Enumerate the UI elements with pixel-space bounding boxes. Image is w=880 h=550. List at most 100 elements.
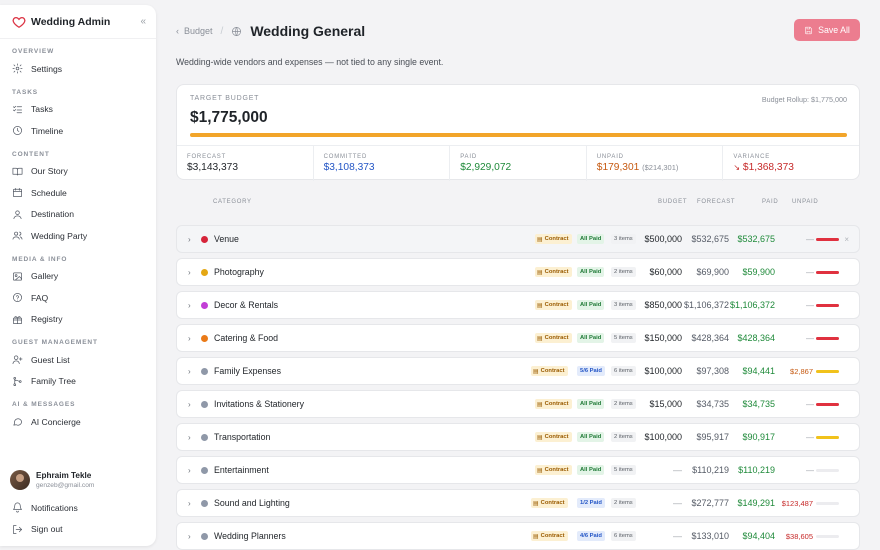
chevron-right-icon[interactable]: › bbox=[188, 532, 191, 541]
brand: Wedding Admin « bbox=[0, 5, 156, 39]
chevron-right-icon[interactable]: › bbox=[188, 334, 191, 343]
paid-status-badge: All Paid bbox=[577, 234, 605, 244]
calendar-icon bbox=[13, 188, 22, 198]
category-row[interactable]: › Catering & Food ▤ Contract All Paid 5 items… bbox=[176, 324, 860, 352]
unpaid-progress-fill bbox=[816, 303, 839, 307]
sidebar-item-tasks[interactable]: Tasks bbox=[0, 99, 156, 121]
contract-badge: ▤ Contract bbox=[535, 399, 572, 409]
chevron-right-icon[interactable]: › bbox=[188, 433, 191, 442]
chevron-right-icon[interactable]: › bbox=[188, 499, 191, 508]
category-row[interactable]: › Transportation ▤ Contract All Paid 2 items $… bbox=[176, 423, 860, 451]
close-icon[interactable]: × bbox=[844, 235, 849, 244]
sidebar-item-label: Family Tree bbox=[31, 376, 76, 387]
map-pin-icon bbox=[13, 210, 22, 219]
contract-badge: ▤ Contract bbox=[531, 498, 568, 508]
category-row[interactable]: › Sound and Lighting ▤ Contract 1/2 Paid 2 it… bbox=[176, 489, 860, 517]
sidebar-item-wedding-party[interactable]: Wedding Party bbox=[0, 225, 156, 247]
contract-badge-label: Contract bbox=[540, 533, 565, 539]
paid-status-badge: All Paid bbox=[577, 399, 605, 409]
category-row[interactable]: › Photography ▤ Contract All Paid 2 items $60,… bbox=[176, 258, 860, 286]
contract-badge-label: Contract bbox=[544, 401, 569, 407]
category-row[interactable]: › Family Expenses ▤ Contract 5/6 Paid 6 items… bbox=[176, 357, 860, 385]
user-name: Ephraim Tekle bbox=[36, 471, 92, 480]
app-title: Wedding Admin bbox=[31, 15, 111, 28]
chevron-right-icon[interactable]: › bbox=[188, 235, 191, 244]
save-all-button[interactable]: Save All bbox=[794, 19, 860, 41]
unpaid-progress-bar bbox=[816, 468, 839, 472]
sidebar-item-ai-concierge[interactable]: AI Concierge bbox=[0, 411, 156, 433]
row-paid: $110,219 bbox=[738, 465, 775, 475]
paid-status-badge: 1/2 Paid bbox=[577, 498, 605, 508]
chevron-right-icon[interactable]: › bbox=[188, 301, 191, 310]
contract-badge: ▤ Contract bbox=[535, 465, 572, 475]
row-budget: — bbox=[673, 531, 682, 541]
category-row[interactable]: › Entertainment ▤ Contract All Paid 5 items — $… bbox=[176, 456, 860, 484]
category-name: Catering & Food bbox=[214, 333, 279, 343]
sidebar-item-family-tree[interactable]: Family Tree bbox=[0, 371, 156, 393]
stat-variance-value: $1,368,373 bbox=[742, 162, 794, 173]
chevron-right-icon[interactable]: › bbox=[188, 400, 191, 409]
sidebar-item-registry[interactable]: Registry bbox=[0, 309, 156, 331]
sidebar-item-gallery[interactable]: Gallery bbox=[0, 266, 156, 288]
budget-rollup: Budget Rollup: $1,775,000 bbox=[761, 95, 847, 104]
stat-paid: Paid $2,929,072 bbox=[450, 146, 587, 181]
category-color-dot bbox=[201, 367, 208, 375]
sidebar-item-label: AI Concierge bbox=[31, 416, 81, 427]
category-name: Invitations & Stationery bbox=[214, 399, 304, 409]
clock-icon bbox=[13, 126, 22, 136]
paid-status-badge: All Paid bbox=[577, 300, 605, 310]
contract-badge: ▤ Contract bbox=[531, 366, 568, 376]
unpaid-progress-fill bbox=[816, 435, 839, 439]
user-profile[interactable]: Ephraim Tekle genzeb@gmail.com bbox=[0, 467, 156, 493]
row-paid: $1,106,372 bbox=[729, 300, 775, 310]
category-row[interactable]: › Decor & Rentals ▤ Contract All Paid 3 items… bbox=[176, 291, 860, 319]
items-count-badge: 2 items bbox=[611, 432, 636, 442]
notifications-link[interactable]: Notifications bbox=[0, 497, 156, 519]
stat-unpaid-value-row: $179,301 ($214,301) bbox=[597, 162, 713, 173]
items-count-badge: 2 items bbox=[611, 267, 636, 277]
sidebar-item-destination[interactable]: Destination bbox=[0, 204, 156, 226]
paid-status-badge: All Paid bbox=[577, 333, 605, 343]
row-unpaid: — bbox=[806, 432, 814, 442]
category-name: Venue bbox=[214, 234, 239, 244]
stat-committed: Committed $3,108,373 bbox=[314, 146, 451, 181]
paid-status-badge: All Paid bbox=[577, 465, 605, 475]
sidebar-item-our-story[interactable]: Our Story bbox=[0, 161, 156, 183]
back-to-budget-link[interactable]: ‹ Budget bbox=[176, 26, 213, 36]
chevron-right-icon[interactable]: › bbox=[188, 268, 191, 277]
row-budget: — bbox=[673, 465, 682, 475]
category-row[interactable]: › Wedding Planners ▤ Contract 4/6 Paid 6 item… bbox=[176, 522, 860, 550]
chevron-right-icon[interactable]: › bbox=[188, 367, 191, 376]
stat-unpaid-value: $179,301 bbox=[596, 162, 640, 173]
sidebar-item-faq[interactable]: FAQ bbox=[0, 287, 156, 309]
document-icon: ▤ bbox=[537, 401, 543, 408]
row-unpaid: — bbox=[806, 300, 814, 310]
row-unpaid: $123,487 bbox=[781, 498, 813, 508]
category-color-dot bbox=[201, 334, 208, 342]
sidebar-item-guest-list[interactable]: Guest List bbox=[0, 349, 156, 371]
collapse-sidebar-button[interactable]: « bbox=[140, 16, 146, 27]
sidebar-item-schedule[interactable]: Schedule bbox=[0, 182, 156, 204]
sign-out-link[interactable]: Sign out bbox=[0, 519, 156, 541]
sidebar-item-timeline[interactable]: Timeline bbox=[0, 120, 156, 142]
sidebar-item-label: FAQ bbox=[31, 292, 49, 303]
document-icon: ▤ bbox=[533, 500, 539, 507]
col-header-category: Category bbox=[213, 199, 252, 205]
col-header-paid: Paid bbox=[762, 199, 779, 205]
users-icon bbox=[12, 231, 23, 240]
row-budget: $850,000 bbox=[644, 300, 682, 310]
chevron-right-icon[interactable]: › bbox=[188, 466, 191, 475]
breadcrumb-budget: Budget bbox=[184, 26, 213, 36]
sidebar-item-settings[interactable]: Settings bbox=[0, 58, 156, 80]
unpaid-progress-bar bbox=[816, 501, 839, 505]
document-icon: ▤ bbox=[537, 434, 543, 441]
unpaid-progress-bar bbox=[816, 534, 839, 538]
category-color-dot bbox=[201, 268, 208, 276]
row-unpaid: — bbox=[806, 234, 814, 244]
user-block: Ephraim Tekle genzeb@gmail.com Notificat… bbox=[0, 467, 156, 540]
category-row[interactable]: › Invitations & Stationery ▤ Contract All Pa… bbox=[176, 390, 860, 418]
save-icon bbox=[805, 26, 812, 34]
stat-paid-label: Paid bbox=[460, 154, 477, 160]
globe-icon bbox=[232, 26, 242, 36]
category-row[interactable]: › Venue ▤ Contract All Paid 3 items $500,000 $5… bbox=[176, 225, 860, 253]
